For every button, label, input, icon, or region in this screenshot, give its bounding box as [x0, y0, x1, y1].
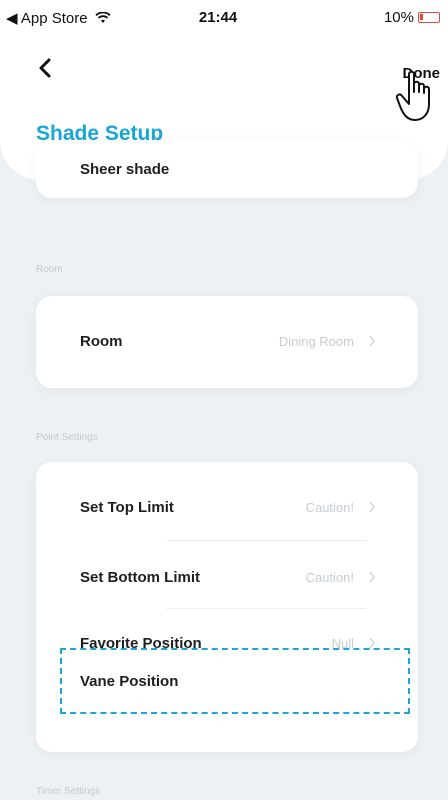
chevron-right-icon [369, 501, 376, 513]
status-bar: ◀ App Store 21:44 10% [0, 0, 448, 36]
chevron-right-icon [369, 571, 376, 583]
set-bottom-limit-row[interactable]: Set Bottom Limit Caution! [36, 556, 418, 600]
shade-name-card: Sheer shade [36, 140, 418, 198]
divider [166, 540, 366, 541]
set-bottom-limit-value: Caution! [305, 570, 354, 585]
divider [166, 608, 366, 609]
back-chevron-icon[interactable] [36, 56, 56, 80]
chevron-right-icon [369, 335, 376, 347]
battery-status: 10% [384, 9, 440, 26]
set-top-limit-row[interactable]: Set Top Limit Caution! [36, 486, 418, 530]
set-top-limit-label: Set Top Limit [80, 499, 174, 516]
pointing-hand-cursor-icon [395, 70, 430, 121]
timer-settings-header: Timer Settings [36, 786, 101, 797]
battery-percent: 10% [383, 9, 414, 26]
room-section-header: Room [36, 264, 63, 275]
set-top-limit-value: Caution! [305, 500, 354, 515]
status-time: 21:44 [198, 9, 238, 26]
point-settings-header: Point Settings [36, 432, 98, 443]
navigation-bar: Done [0, 36, 448, 110]
room-row-value: Dining Room [278, 334, 354, 349]
room-card: Room Dining Room [36, 296, 418, 388]
set-bottom-limit-label: Set Bottom Limit [80, 569, 200, 586]
shade-name-label: Sheer shade [80, 161, 170, 178]
room-row[interactable]: Room Dining Room [36, 320, 418, 364]
battery-icon [418, 12, 440, 23]
shade-name-row[interactable]: Sheer shade [36, 148, 418, 192]
room-row-label: Room [80, 333, 123, 350]
vane-position-highlight [60, 648, 410, 714]
